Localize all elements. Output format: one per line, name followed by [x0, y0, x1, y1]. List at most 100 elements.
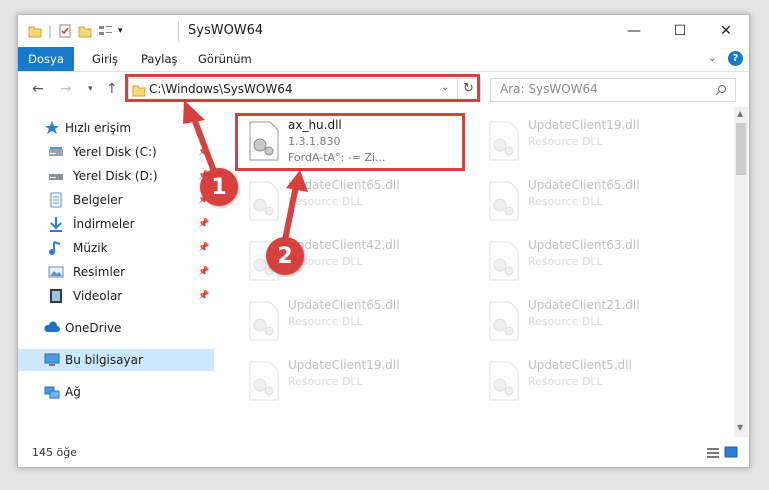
file-name: UpdateClient19.dll [288, 358, 400, 372]
customize-toolbar-chevron-icon[interactable]: ▾ [118, 26, 123, 36]
sidebar-item-hizli-erisim[interactable]: Hızlı erişim [18, 117, 214, 139]
tab-giris[interactable]: Giriş [90, 47, 120, 71]
file-name: UpdateClient65.dll [528, 178, 640, 192]
sidebar-item-label: Belgeler [73, 193, 123, 207]
sidebar-item-ag[interactable]: Ağ [18, 381, 214, 403]
file-tile[interactable]: UpdateClient65.dll Resource DLL [480, 175, 710, 229]
file-type: Resource DLL [528, 195, 603, 208]
quick-access-toolbar: | ▾ [28, 22, 123, 40]
sidebar-item-label: Videolar [73, 289, 123, 303]
documents-icon [50, 192, 62, 208]
minimize-button[interactable]: — [611, 15, 657, 47]
music-icon [49, 241, 61, 255]
file-name: UpdateClient65.dll [288, 298, 400, 312]
view-options-icon[interactable] [98, 24, 114, 38]
file-type: Resource DLL [528, 135, 603, 148]
scrollbar-thumb[interactable] [736, 123, 746, 175]
file-tile[interactable]: UpdateClient19.dll Resource DLL [240, 355, 470, 409]
sidebar-item-label: OneDrive [65, 321, 122, 335]
file-type: Resource DLL [528, 315, 603, 328]
sidebar-item-bu-bilgisayar[interactable]: Bu bilgisayar [18, 349, 214, 371]
sidebar-item-onedrive[interactable]: OneDrive [18, 317, 214, 339]
file-name: UpdateClient5.dll [528, 358, 632, 372]
navigation-pane: Hızlı erişim Yerel Disk (C:) 📌 Yerel Dis… [18, 107, 214, 437]
pictures-icon [48, 266, 64, 278]
status-bar: 145 öğe [18, 440, 749, 466]
pin-icon: 📌 [198, 147, 210, 157]
file-name: UpdateClient19.dll [528, 118, 640, 132]
expand-ribbon-icon[interactable]: ⌄ [708, 53, 716, 64]
sidebar-item-label: Müzik [73, 241, 108, 255]
sidebar-item-label: Ağ [65, 385, 81, 399]
file-tile[interactable]: UpdateClient5.dll Resource DLL [480, 355, 710, 409]
pin-icon: 📌 [198, 219, 210, 229]
tab-dosya[interactable]: Dosya [18, 47, 74, 71]
sidebar-item-videolar[interactable]: Videolar 📌 [18, 285, 214, 307]
maximize-button[interactable]: ☐ [657, 15, 703, 47]
file-name: UpdateClient42.dll [288, 238, 400, 252]
download-icon [50, 217, 62, 232]
toolbar-separator: | [48, 24, 53, 38]
tab-paylas[interactable]: Paylaş [139, 47, 180, 71]
file-tile[interactable]: UpdateClient21.dll Resource DLL [480, 295, 710, 349]
search-box[interactable]: Ara: SysWOW64 [490, 78, 736, 102]
dll-file-icon [249, 301, 279, 341]
title-bar: | ▾ SysWOW64 — ☐ ✕ [18, 15, 749, 47]
sidebar-item-yerel-disk-c[interactable]: Yerel Disk (C:) 📌 [18, 141, 214, 163]
scroll-up-icon[interactable]: ▲ [737, 109, 743, 118]
videos-icon [50, 289, 62, 303]
dll-file-icon [489, 121, 519, 161]
sidebar-item-yerel-disk-d[interactable]: Yerel Disk (D:) 📌 [18, 165, 214, 187]
computer-icon [44, 353, 60, 366]
up-icon[interactable]: ↑ [106, 81, 118, 97]
cloud-icon [44, 321, 60, 332]
file-name: UpdateClient65.dll [288, 178, 400, 192]
window-title: SysWOW64 [188, 23, 264, 38]
sidebar-item-label: Resimler [73, 265, 126, 279]
sidebar-item-indirmeler[interactable]: İndirmeler 📌 [18, 213, 214, 235]
file-type: Resource DLL [528, 255, 603, 268]
recent-locations-icon[interactable]: ▾ [88, 84, 93, 94]
dll-file-icon [489, 361, 519, 401]
dll-file-icon [489, 181, 519, 221]
properties-icon[interactable] [58, 24, 72, 38]
file-tile[interactable]: UpdateClient63.dll Resource DLL [480, 235, 710, 289]
file-tile[interactable]: UpdateClient65.dll Resource DLL [240, 175, 470, 229]
close-button[interactable]: ✕ [703, 15, 749, 47]
sidebar-item-muzik[interactable]: Müzik 📌 [18, 237, 214, 259]
dll-file-icon [249, 181, 279, 221]
help-button[interactable]: ? [728, 51, 743, 66]
vertical-scrollbar[interactable]: ▲ ▼ [734, 107, 748, 437]
pin-icon: 📌 [198, 291, 210, 301]
drive-icon [49, 174, 63, 180]
search-icon[interactable] [715, 84, 727, 96]
dll-file-icon [489, 301, 519, 341]
forward-icon[interactable]: → [60, 81, 72, 97]
pin-icon: 📌 [198, 243, 210, 253]
sidebar-item-resimler[interactable]: Resimler 📌 [18, 261, 214, 283]
sidebar-item-label: Yerel Disk (C:) [73, 145, 157, 159]
details-view-icon[interactable] [706, 447, 720, 459]
title-separator [178, 21, 179, 41]
file-name: UpdateClient21.dll [528, 298, 640, 312]
new-folder-icon[interactable] [78, 24, 92, 38]
large-icons-view-icon[interactable] [724, 446, 738, 458]
address-highlight-box [125, 74, 480, 102]
sidebar-item-label: İndirmeler [73, 217, 135, 231]
ribbon-tabs: Dosya Giriş Paylaş Görünüm ⌄ ? [18, 47, 749, 72]
drive-icon [49, 147, 63, 156]
file-type: Resource DLL [288, 315, 363, 328]
file-highlight-box [235, 113, 465, 171]
sidebar-item-label: Bu bilgisayar [65, 353, 143, 367]
back-icon[interactable]: ← [32, 81, 44, 97]
file-type: Resource DLL [288, 195, 363, 208]
sidebar-item-belgeler[interactable]: Belgeler 📌 [18, 189, 214, 211]
file-tile[interactable]: UpdateClient65.dll Resource DLL [240, 295, 470, 349]
tab-gorunum[interactable]: Görünüm [196, 47, 254, 71]
search-input[interactable]: Ara: SysWOW64 [500, 82, 598, 96]
file-name: UpdateClient63.dll [528, 238, 640, 252]
file-tile[interactable]: UpdateClient19.dll Resource DLL [480, 115, 710, 169]
folder-icon [28, 26, 42, 38]
scroll-down-icon[interactable]: ▼ [737, 423, 743, 432]
item-count: 145 öğe [32, 446, 77, 459]
